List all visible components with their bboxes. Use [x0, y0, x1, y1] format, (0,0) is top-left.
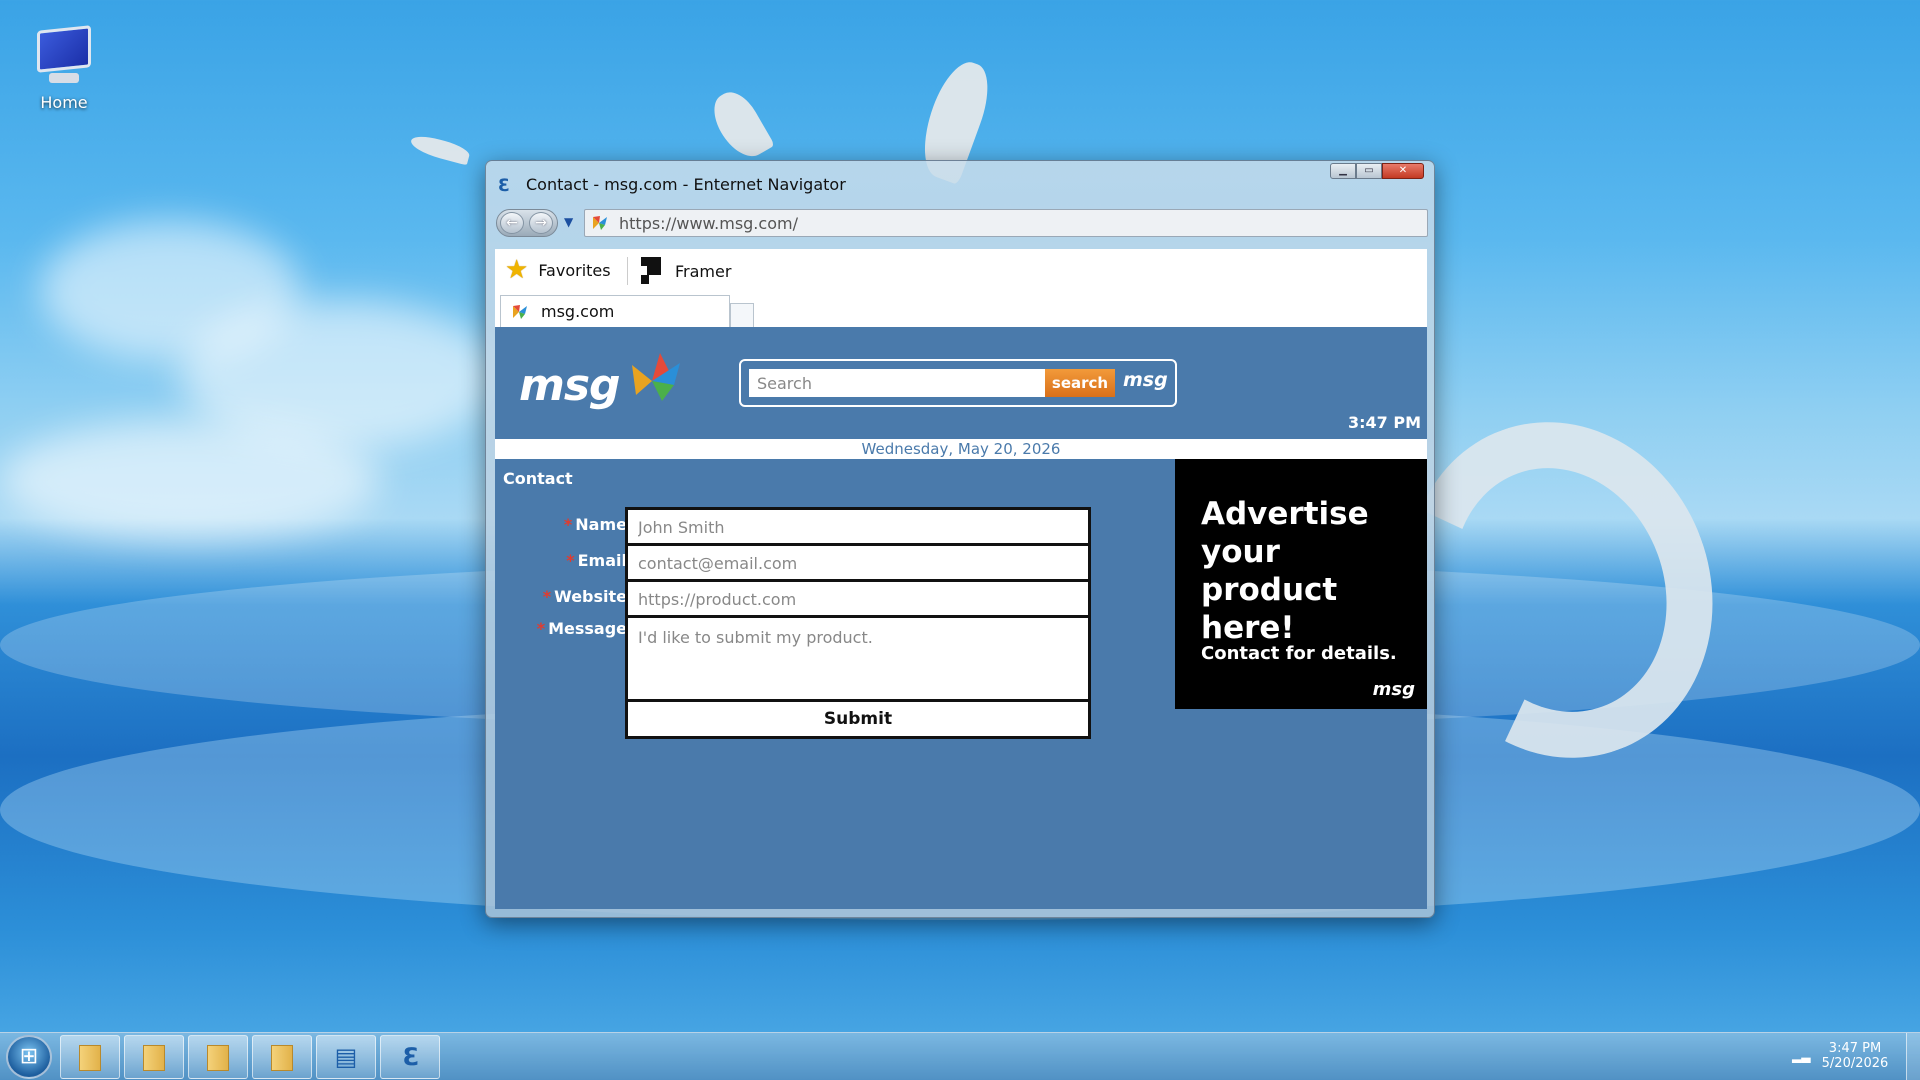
window-controls: ▁ ▭ ✕ [1330, 163, 1424, 179]
maximize-button[interactable]: ▭ [1356, 163, 1382, 179]
framer-label: Framer [675, 261, 732, 281]
browser-window: ℇ Contact - msg.com - Enternet Navigator… [485, 160, 1435, 918]
background-cloud [0, 420, 380, 540]
folder-icon [143, 1045, 165, 1071]
clock-time: 3:47 PM [1828, 1041, 1882, 1056]
desktop-icon-label: Home [40, 93, 88, 112]
network-icon[interactable]: ▂▃ [1792, 1049, 1810, 1063]
email-label: * Email [566, 551, 627, 570]
form-row-email: * Email [495, 543, 1175, 583]
text-editor-icon: ▤ [334, 1043, 358, 1071]
seagull-graphic [408, 132, 472, 166]
start-button[interactable]: ⊞ [6, 1035, 52, 1079]
clock-date: 5/20/2026 [1821, 1056, 1889, 1071]
taskbar-browser-button[interactable]: ℇ [380, 1035, 440, 1079]
title-bar[interactable]: ℇ Contact - msg.com - Enternet Navigator… [486, 161, 1434, 207]
website-field[interactable] [625, 579, 1091, 619]
taskbar-clock[interactable]: 3:47 PM 5/20/2026 [1812, 1041, 1898, 1071]
divider [627, 257, 628, 285]
header-time: 3:47 PM [1347, 413, 1421, 432]
ad-subtext: Contact for details. [1201, 643, 1397, 664]
new-tab-button[interactable] [730, 303, 754, 327]
site-logo[interactable]: msg [519, 353, 682, 411]
window-title: Contact - msg.com - Enternet Navigator [526, 175, 846, 194]
seagull-graphic [705, 84, 775, 166]
framer-icon [641, 257, 661, 285]
show-desktop-button[interactable] [1906, 1033, 1920, 1080]
history-dropdown-icon[interactable]: ▼ [564, 215, 573, 229]
date-bar: Wednesday, May 20, 2026 [495, 439, 1427, 459]
ad-brand-logo: msg [1372, 679, 1415, 700]
search-input[interactable] [749, 369, 1045, 397]
framer-bookmark[interactable]: Framer [641, 257, 731, 285]
back-button[interactable]: ← [500, 212, 524, 234]
site-header: msg search msg 3:47 PM [495, 327, 1427, 439]
taskbar-folder-button[interactable] [60, 1035, 120, 1079]
required-marker: * [566, 551, 575, 570]
logo-text: msg [519, 359, 621, 411]
computer-icon [37, 25, 91, 73]
browser-tab[interactable]: msg.com [500, 295, 730, 327]
folder-icon [207, 1045, 229, 1071]
butterfly-logo-icon [631, 353, 680, 401]
favorites-button[interactable]: ★ Favorites [505, 257, 611, 283]
minimize-button[interactable]: ▁ [1330, 163, 1356, 179]
navigation-bar: ← → ▼ https://www.msg.com/ [496, 209, 1428, 237]
browser-icon: ℇ [402, 1043, 418, 1071]
section-title: Contact [503, 469, 573, 488]
submit-button[interactable]: Submit [625, 699, 1091, 739]
taskbar-text-editor-button[interactable]: ▤ [316, 1035, 376, 1079]
form-row-name: * Name [495, 507, 1175, 547]
contact-section: Contact *Name *Email *Website *Message S… [495, 459, 1175, 909]
address-bar[interactable]: https://www.msg.com/ [584, 209, 1428, 237]
website-label: * Website [542, 587, 627, 606]
star-icon: ★ [505, 255, 529, 285]
required-marker: * [563, 515, 573, 534]
form-row-submit: Submit [495, 699, 1175, 739]
browser-icon: ℇ [498, 176, 509, 196]
taskbar-folder-button[interactable] [252, 1035, 312, 1079]
site-favicon-icon [593, 216, 607, 230]
form-row-website: * Website [495, 579, 1175, 619]
web-page: msg search msg 3:47 PM Wednesday, May 20… [495, 327, 1427, 909]
desktop-icon-home[interactable]: Home [28, 25, 100, 112]
required-marker: * [542, 587, 552, 606]
tab-label: msg.com [541, 302, 615, 321]
forward-button[interactable]: → [529, 212, 553, 234]
taskbar-folder-button[interactable] [188, 1035, 248, 1079]
folder-icon [79, 1045, 101, 1071]
close-button[interactable]: ✕ [1382, 163, 1424, 179]
site-search: search msg [739, 359, 1177, 407]
favorites-label: Favorites [538, 260, 611, 280]
message-label: * Message [536, 619, 627, 638]
address-text: https://www.msg.com/ [619, 214, 798, 233]
taskbar: ⊞ ▤ ℇ ▂▃ 3:47 PM 5/20/2026 [0, 1032, 1920, 1080]
email-field[interactable] [625, 543, 1091, 583]
site-favicon-icon [513, 304, 527, 319]
ad-headline: Advertise your product here! [1201, 496, 1369, 646]
required-marker: * [536, 619, 546, 638]
advertisement-banner[interactable]: Advertise your product here! Contact for… [1175, 459, 1427, 709]
search-button[interactable]: search [1045, 369, 1115, 397]
toolbar-area: ★ Favorites Framer msg.com [495, 249, 1427, 327]
search-brand-logo: msg [1123, 369, 1168, 391]
folder-icon [271, 1045, 293, 1071]
favorites-bar: ★ Favorites Framer [495, 249, 1427, 291]
taskbar-folder-button[interactable] [124, 1035, 184, 1079]
history-buttons: ← → [496, 209, 558, 237]
name-label: * Name [563, 515, 627, 534]
name-field[interactable] [625, 507, 1091, 547]
